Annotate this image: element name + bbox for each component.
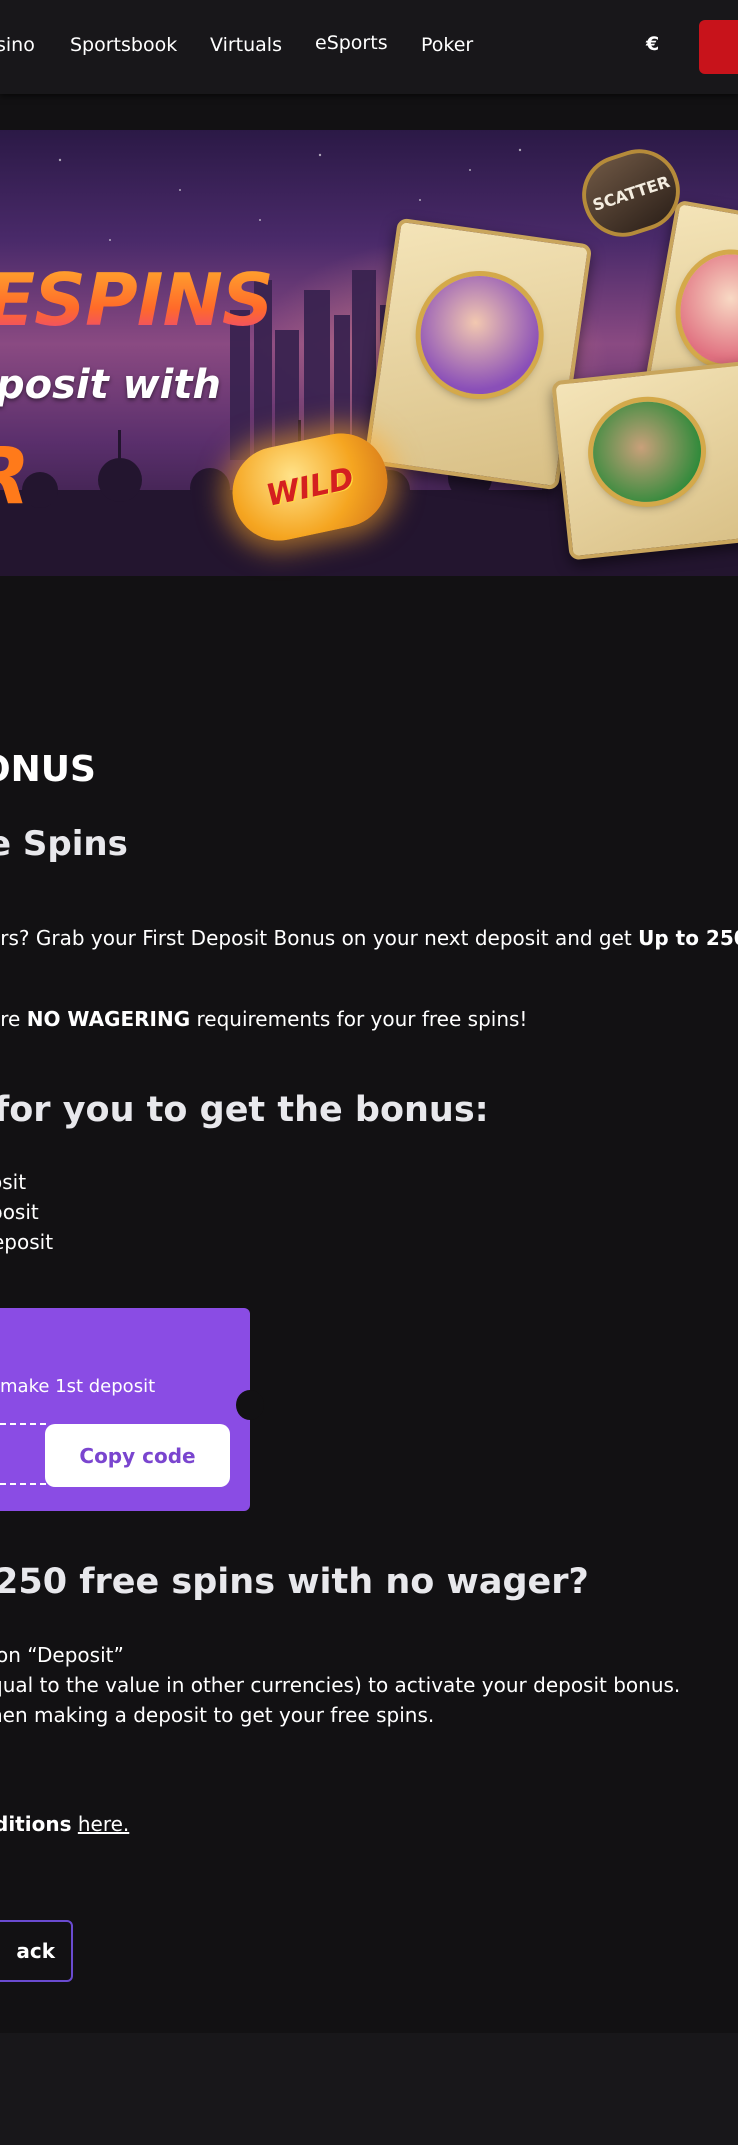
- back-button[interactable]: ack: [0, 1920, 73, 1982]
- wagering-text-suffix: requirements for your free spins!: [190, 1007, 528, 1031]
- step-item-2: posit: [0, 1200, 39, 1224]
- header-action-button[interactable]: [699, 20, 738, 74]
- character-portrait-icon: [671, 246, 738, 372]
- bonus-heading: ONUS: [0, 749, 96, 790]
- promo-subline-fragment: R: [0, 432, 30, 522]
- coupon-notch: [236, 1390, 264, 1420]
- wagering-text-prefix: are: [0, 1007, 21, 1031]
- character-portrait-icon: [588, 396, 706, 508]
- how-to-step-3: hen making a deposit to get your free sp…: [0, 1703, 435, 1727]
- intro-bold-offer: Up to 250 F: [638, 926, 738, 950]
- promo-headline-free-spins: ESPINS: [0, 258, 274, 342]
- nav-item-sportsbook[interactable]: Sportsbook: [70, 34, 177, 56]
- nav-item-poker[interactable]: Poker: [421, 34, 473, 56]
- currency-selector[interactable]: €: [646, 33, 659, 55]
- top-navigation: sino Sportsbook Virtuals eSports Poker €: [0, 0, 738, 94]
- how-to-heading: 250 free spins with no wager?: [0, 1562, 589, 1602]
- copy-code-button[interactable]: Copy code: [45, 1424, 230, 1487]
- step-item-3: eposit: [0, 1230, 54, 1254]
- step-item-1: osit: [0, 1170, 27, 1194]
- nav-item-casino[interactable]: sino: [0, 34, 35, 56]
- how-to-step-2: qual to the value in other currencies) t…: [0, 1673, 681, 1697]
- intro-paragraph: ars? Grab your First Deposit Bonus on yo…: [0, 926, 738, 950]
- coupon-dashed-line: [0, 1423, 46, 1425]
- wagering-paragraph: are NO WAGERING requirements for your fr…: [0, 1007, 527, 1031]
- slot-card-3: [551, 359, 738, 561]
- wagering-bold: NO WAGERING: [26, 1007, 191, 1031]
- terms-link[interactable]: here.: [78, 1812, 129, 1836]
- terms-paragraph: ditions here.: [0, 1812, 129, 1836]
- coupon-label: make 1st deposit: [0, 1376, 156, 1397]
- steps-heading: for you to get the bonus:: [0, 1090, 489, 1130]
- promo-subline-deposit: posit with: [0, 362, 221, 408]
- terms-bold-text: ditions: [0, 1812, 72, 1836]
- nav-item-virtuals[interactable]: Virtuals: [210, 34, 282, 56]
- character-portrait-icon: [413, 268, 547, 402]
- nav-item-esports[interactable]: eSports: [315, 32, 388, 54]
- bonus-coupon: make 1st deposit Copy code: [0, 1308, 264, 1511]
- intro-text: ars? Grab your First Deposit Bonus on yo…: [0, 926, 639, 950]
- free-spins-heading: e Spins: [0, 824, 128, 864]
- coupon-dashed-line: [0, 1483, 46, 1485]
- how-to-step-1: on “Deposit”: [0, 1643, 124, 1667]
- footer: [0, 2033, 738, 2145]
